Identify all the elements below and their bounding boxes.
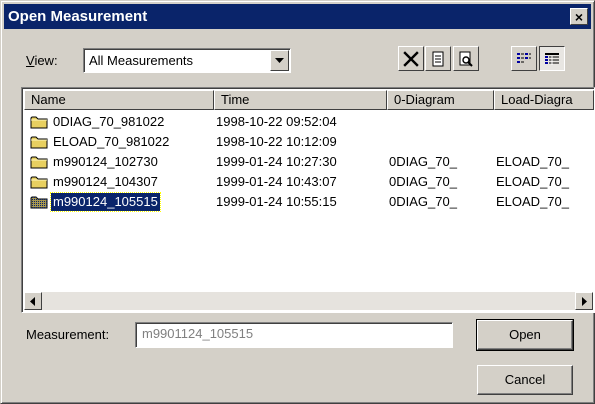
delete-button[interactable]: [398, 46, 424, 71]
details-view-button[interactable]: [539, 46, 565, 71]
properties-icon: [432, 51, 444, 66]
view-label-text: iew:: [34, 53, 58, 68]
cancel-button[interactable]: Cancel: [477, 365, 573, 395]
list-item[interactable]: 0DIAG_70_981022 1998-10-22 09:52:04: [24, 112, 594, 132]
list-item-load-diagram: ELOAD_70_: [496, 194, 569, 209]
list-item-load-diagram: ELOAD_70_: [496, 154, 569, 169]
scroll-left-button[interactable]: [24, 292, 42, 310]
folder-icon: [30, 116, 48, 129]
list-item-name-text: 0DIAG_70_981022: [53, 114, 165, 129]
list-item-time: 1999-01-24 10:55:15: [216, 194, 337, 209]
view-label: View:: [26, 53, 58, 68]
open-button[interactable]: Open: [476, 319, 574, 351]
list-item-name: m990124_102730: [30, 152, 214, 172]
list-item-name-text: m990124_105515: [50, 192, 161, 212]
list-header: Name Time 0-Diagram Load-Diagra: [24, 90, 594, 110]
list-item-name-text: m990124_104307: [53, 174, 158, 189]
list-item-name-text: ELOAD_70_981022: [53, 134, 170, 149]
list-item-name: m990124_104307: [30, 172, 214, 192]
arrow-right-icon: [582, 296, 587, 306]
view-select[interactable]: All Measurements: [83, 48, 291, 73]
chevron-down-icon: [275, 57, 284, 63]
measurement-field[interactable]: m9901124_105515: [135, 322, 453, 348]
list-item-load-diagram: [496, 112, 594, 132]
properties-button[interactable]: [425, 46, 451, 71]
list-item-name: m990124_105515: [30, 192, 214, 212]
horizontal-scrollbar[interactable]: [24, 292, 593, 310]
title-bar[interactable]: Open Measurement ×: [4, 4, 591, 29]
column-header-load-diagram[interactable]: Load-Diagra: [494, 90, 594, 110]
list-item-name-text: m990124_102730: [53, 154, 158, 169]
delete-icon: [403, 50, 419, 67]
folder-icon: [30, 136, 48, 149]
list-item-diagram: 0DIAG_70_: [389, 174, 457, 189]
column-header-diagram[interactable]: 0-Diagram: [387, 90, 494, 110]
list-view-icon: [517, 52, 531, 63]
list-item-load-diagram: ELOAD_70_: [496, 174, 569, 189]
window-title: Open Measurement: [8, 8, 148, 25]
folder-icon: [30, 156, 48, 169]
list-item-time: 1998-10-22 09:52:04: [216, 114, 337, 129]
close-button[interactable]: ×: [570, 8, 588, 25]
preview-icon: [459, 51, 473, 67]
preview-button[interactable]: [453, 46, 479, 71]
list-item-time: 1999-01-24 10:27:30: [216, 154, 337, 169]
list-item-selected[interactable]: m990124_105515 1999-01-24 10:55:15 0DIAG…: [24, 192, 594, 212]
list-view-button[interactable]: [511, 46, 537, 71]
list-item-diagram: 0DIAG_70_: [389, 154, 457, 169]
view-select-dropdown-button[interactable]: [270, 50, 289, 71]
open-measurement-dialog: Open Measurement × View: All Measurement…: [0, 0, 595, 404]
folder-icon: [30, 196, 48, 209]
list-item-load-diagram: [496, 132, 594, 152]
list-item-diagram: 0DIAG_70_: [389, 194, 457, 209]
column-header-name[interactable]: Name: [24, 90, 214, 110]
list-item-diagram: [389, 112, 489, 132]
measurement-list[interactable]: Name Time 0-Diagram Load-Diagra 0DIAG_70…: [21, 87, 595, 313]
list-item[interactable]: ELOAD_70_981022 1998-10-22 10:12:09: [24, 132, 594, 152]
column-header-time[interactable]: Time: [214, 90, 387, 110]
list-item-diagram: [389, 132, 489, 152]
close-icon: ×: [574, 8, 584, 25]
list-item-name: ELOAD_70_981022: [30, 132, 214, 152]
list-item-name: 0DIAG_70_981022: [30, 112, 214, 132]
view-select-value: All Measurements: [89, 53, 194, 68]
arrow-left-icon: [30, 296, 35, 306]
folder-icon: [30, 176, 48, 189]
list-item[interactable]: m990124_102730 1999-01-24 10:27:30 0DIAG…: [24, 152, 594, 172]
list-item[interactable]: m990124_104307 1999-01-24 10:43:07 0DIAG…: [24, 172, 594, 192]
details-view-icon: [545, 52, 559, 65]
list-item-time: 1998-10-22 10:12:09: [216, 134, 337, 149]
measurement-label: Measurement:: [26, 327, 110, 342]
scroll-right-button[interactable]: [575, 292, 593, 310]
list-item-time: 1999-01-24 10:43:07: [216, 174, 337, 189]
